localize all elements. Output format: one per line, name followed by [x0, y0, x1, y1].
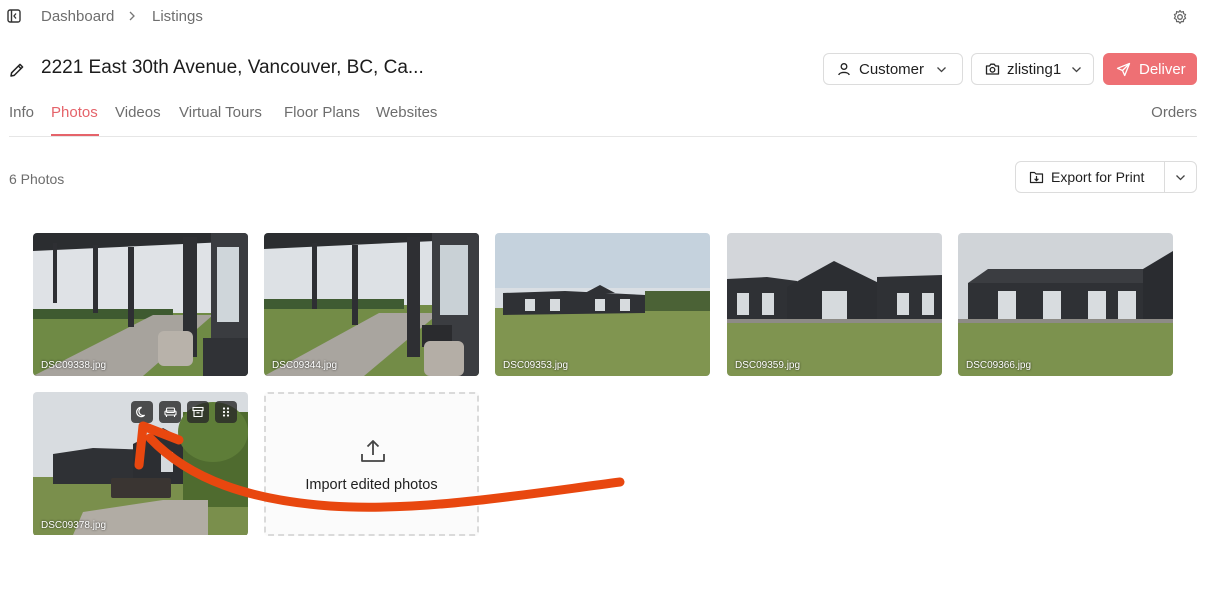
archive-photo-button[interactable]	[187, 401, 209, 423]
listing-dropdown[interactable]: zlisting1	[971, 53, 1094, 85]
camera-icon	[985, 63, 1000, 75]
drag-handle-icon	[222, 407, 230, 417]
photo-thumbnail	[495, 233, 710, 376]
tab-info[interactable]: Info	[9, 104, 34, 121]
export-label: Export for Print	[1051, 169, 1145, 185]
tab-floor-plans[interactable]: Floor Plans	[284, 104, 360, 121]
top-bar: Dashboard Listings	[0, 0, 1212, 34]
tab-divider	[9, 136, 1197, 137]
moon-icon	[136, 406, 146, 418]
photo-filename: DSC09378.jpg	[41, 520, 107, 531]
active-tab-indicator	[51, 134, 99, 136]
tab-bar: Info Photos Videos Virtual Tours Floor P…	[0, 98, 1212, 137]
export-options-toggle[interactable]	[1165, 162, 1196, 192]
import-edited-photos-dropzone[interactable]: Import edited photos	[264, 392, 479, 536]
photo-card[interactable]: DSC09338.jpg	[33, 233, 248, 376]
tab-photos[interactable]: Photos	[51, 104, 98, 121]
page-title: 2221 East 30th Avenue, Vancouver, BC, Ca…	[41, 57, 424, 78]
send-icon	[1116, 62, 1131, 76]
sidebar-toggle-icon[interactable]	[7, 9, 21, 23]
gear-icon[interactable]	[1172, 9, 1188, 25]
archive-icon	[192, 406, 204, 418]
photo-card[interactable]: DSC09366.jpg	[958, 233, 1173, 376]
chevron-down-icon	[1072, 66, 1082, 72]
import-label: Import edited photos	[305, 477, 438, 493]
chevron-right-icon	[129, 11, 135, 21]
orders-link[interactable]: Orders	[1151, 104, 1197, 121]
photo-filename: DSC09353.jpg	[503, 360, 569, 371]
photo-thumbnail	[727, 233, 942, 376]
photo-thumbnail	[33, 233, 248, 376]
deliver-label: Deliver	[1139, 60, 1186, 78]
photo-hover-toolbar	[131, 401, 237, 423]
photo-filename: DSC09344.jpg	[272, 360, 338, 371]
tab-websites[interactable]: Websites	[376, 104, 437, 121]
breadcrumb-item-dashboard[interactable]: Dashboard	[41, 8, 114, 25]
tab-videos[interactable]: Videos	[115, 104, 161, 121]
deliver-button[interactable]: Deliver	[1103, 53, 1197, 85]
virtual-twilight-button[interactable]	[131, 401, 153, 423]
photo-card[interactable]: DSC09359.jpg	[727, 233, 942, 376]
tab-virtual-tours[interactable]: Virtual Tours	[179, 104, 262, 121]
export-split-button: Export for Print	[1015, 161, 1197, 193]
drag-handle-button[interactable]	[215, 401, 237, 423]
virtual-staging-button[interactable]	[159, 401, 181, 423]
photo-card[interactable]: DSC09353.jpg	[495, 233, 710, 376]
customer-label: Customer	[859, 60, 925, 78]
photo-count: 6 Photos	[9, 171, 65, 187]
chevron-down-icon	[1176, 174, 1185, 180]
photo-card[interactable]: DSC09378.jpg	[33, 392, 248, 536]
export-for-print-button[interactable]: Export for Print	[1016, 162, 1165, 192]
photo-card[interactable]: DSC09344.jpg	[264, 233, 479, 376]
user-icon	[838, 63, 850, 76]
chevron-down-icon	[937, 66, 946, 72]
photo-filename: DSC09366.jpg	[966, 360, 1032, 371]
photo-filename: DSC09359.jpg	[735, 360, 801, 371]
sofa-icon	[163, 407, 177, 417]
listing-label: zlisting1	[1007, 60, 1062, 78]
photo-thumbnail	[958, 233, 1173, 376]
photo-thumbnail	[264, 233, 479, 376]
breadcrumb-item-listings[interactable]: Listings	[152, 8, 203, 25]
download-icon	[1029, 171, 1044, 184]
pencil-icon[interactable]	[8, 61, 26, 79]
photo-filename: DSC09338.jpg	[41, 360, 107, 371]
customer-dropdown[interactable]: Customer	[823, 53, 963, 85]
upload-icon	[361, 440, 385, 462]
